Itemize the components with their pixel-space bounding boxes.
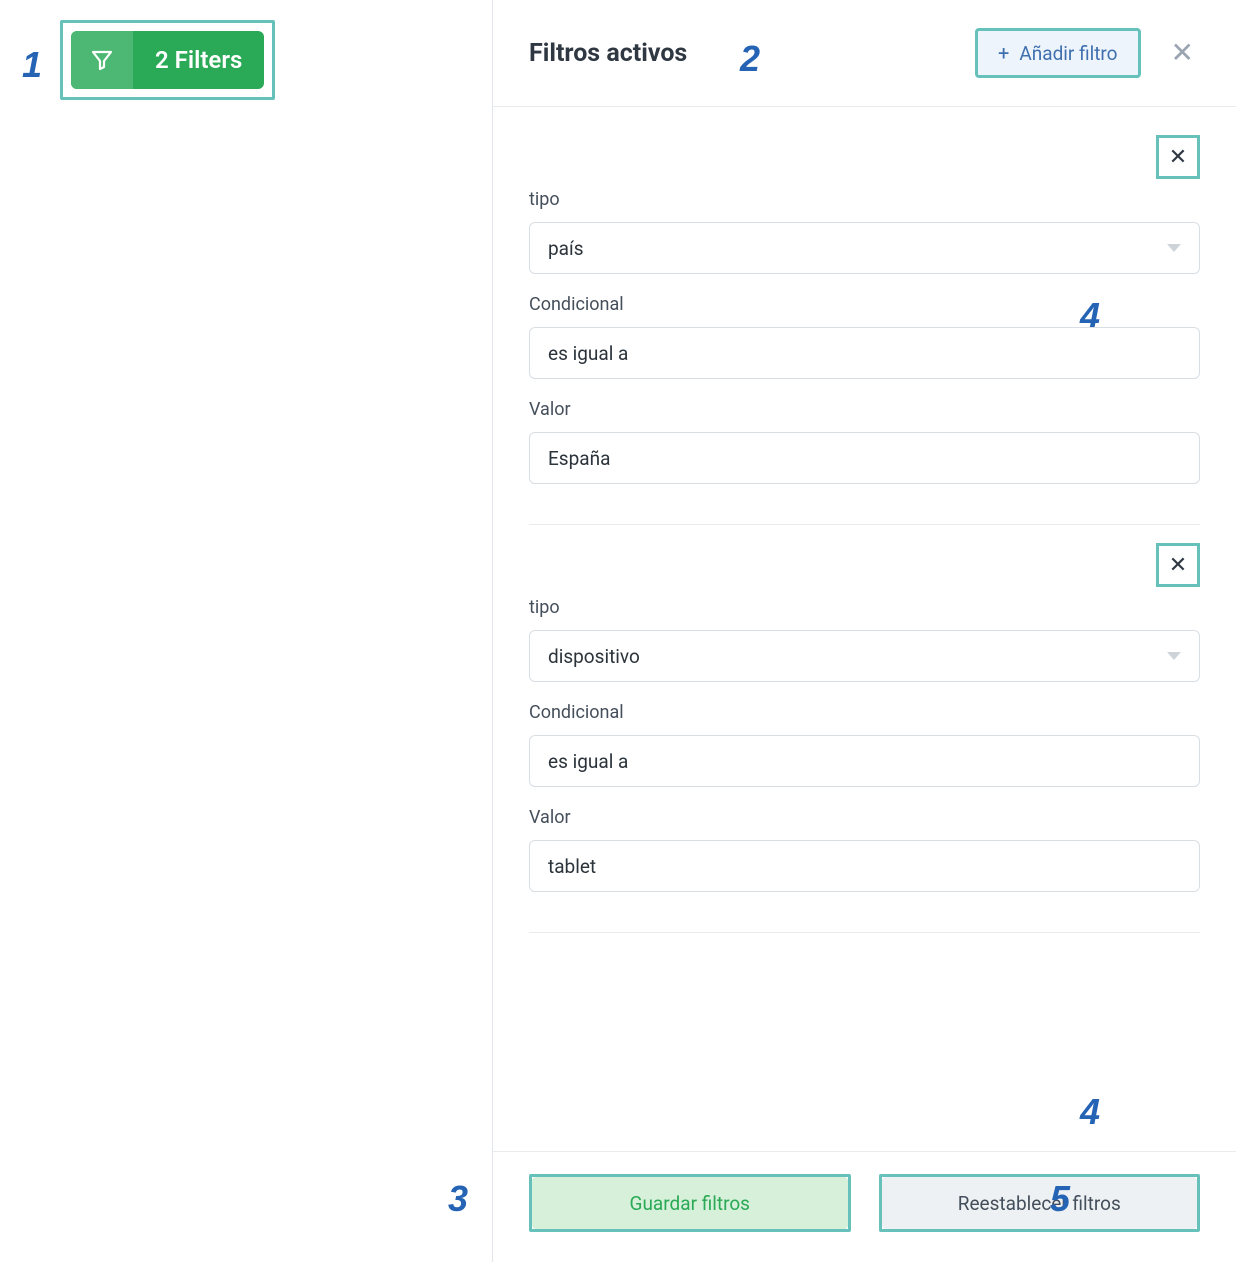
remove-filter-button[interactable]: ✕ xyxy=(1156,543,1200,587)
value-value: España xyxy=(548,447,610,470)
annotation-marker: 3 xyxy=(448,1178,468,1220)
remove-filter-button[interactable]: ✕ xyxy=(1156,135,1200,179)
conditional-input[interactable]: es igual a xyxy=(529,735,1200,787)
conditional-input[interactable]: es igual a xyxy=(529,327,1200,379)
conditional-label: Condicional xyxy=(529,702,1200,723)
value-label: Valor xyxy=(529,807,1200,828)
filters-chip-wrapper: 2 Filters xyxy=(60,20,275,100)
close-panel-icon[interactable]: ✕ xyxy=(1171,39,1194,67)
save-filters-button[interactable]: Guardar filtros xyxy=(529,1174,851,1232)
type-label: tipo xyxy=(529,597,1200,618)
panel-footer: Guardar filtros Reestablecer filtros xyxy=(493,1151,1236,1262)
type-select-value: dispositivo xyxy=(548,645,640,668)
annotation-marker: 5 xyxy=(1050,1178,1070,1220)
left-area: 2 Filters xyxy=(0,0,492,1262)
type-label: tipo xyxy=(529,189,1200,210)
filter-remove-row: 4 ✕ xyxy=(529,543,1200,587)
annotation-marker: 1 xyxy=(22,44,42,86)
type-select-value: país xyxy=(548,237,584,260)
conditional-value: es igual a xyxy=(548,750,628,773)
value-input[interactable]: España xyxy=(529,432,1200,484)
type-select[interactable]: dispositivo xyxy=(529,630,1200,682)
filter-block: 4 ✕ tipo país Condicional es igual a Val… xyxy=(529,117,1200,525)
type-select[interactable]: país xyxy=(529,222,1200,274)
filter-icon xyxy=(71,31,133,89)
filter-block: 4 ✕ tipo dispositivo Condicional es igua… xyxy=(529,525,1200,933)
reset-filters-label: Reestablecer filtros xyxy=(882,1177,1198,1229)
reset-filters-button[interactable]: Reestablecer filtros xyxy=(879,1174,1201,1232)
annotation-marker: 2 xyxy=(740,38,760,80)
filters-panel: Filtros activos + Añadir filtro ✕ 4 ✕ ti… xyxy=(492,0,1236,1262)
filters-chip[interactable]: 2 Filters xyxy=(71,31,264,89)
panel-body: 4 ✕ tipo país Condicional es igual a Val… xyxy=(493,107,1236,1151)
panel-header: Filtros activos + Añadir filtro ✕ xyxy=(493,0,1236,107)
save-filters-label: Guardar filtros xyxy=(532,1177,848,1229)
conditional-value: es igual a xyxy=(548,342,628,365)
value-input[interactable]: tablet xyxy=(529,840,1200,892)
value-label: Valor xyxy=(529,399,1200,420)
filters-chip-label: 2 Filters xyxy=(133,31,264,89)
annotation-marker: 4 xyxy=(1080,1091,1100,1133)
add-filter-label: Añadir filtro xyxy=(1019,42,1117,65)
add-filter-button[interactable]: + Añadir filtro xyxy=(975,28,1141,78)
plus-icon: + xyxy=(998,41,1009,65)
value-value: tablet xyxy=(548,855,596,878)
filter-remove-row: 4 ✕ xyxy=(529,135,1200,179)
